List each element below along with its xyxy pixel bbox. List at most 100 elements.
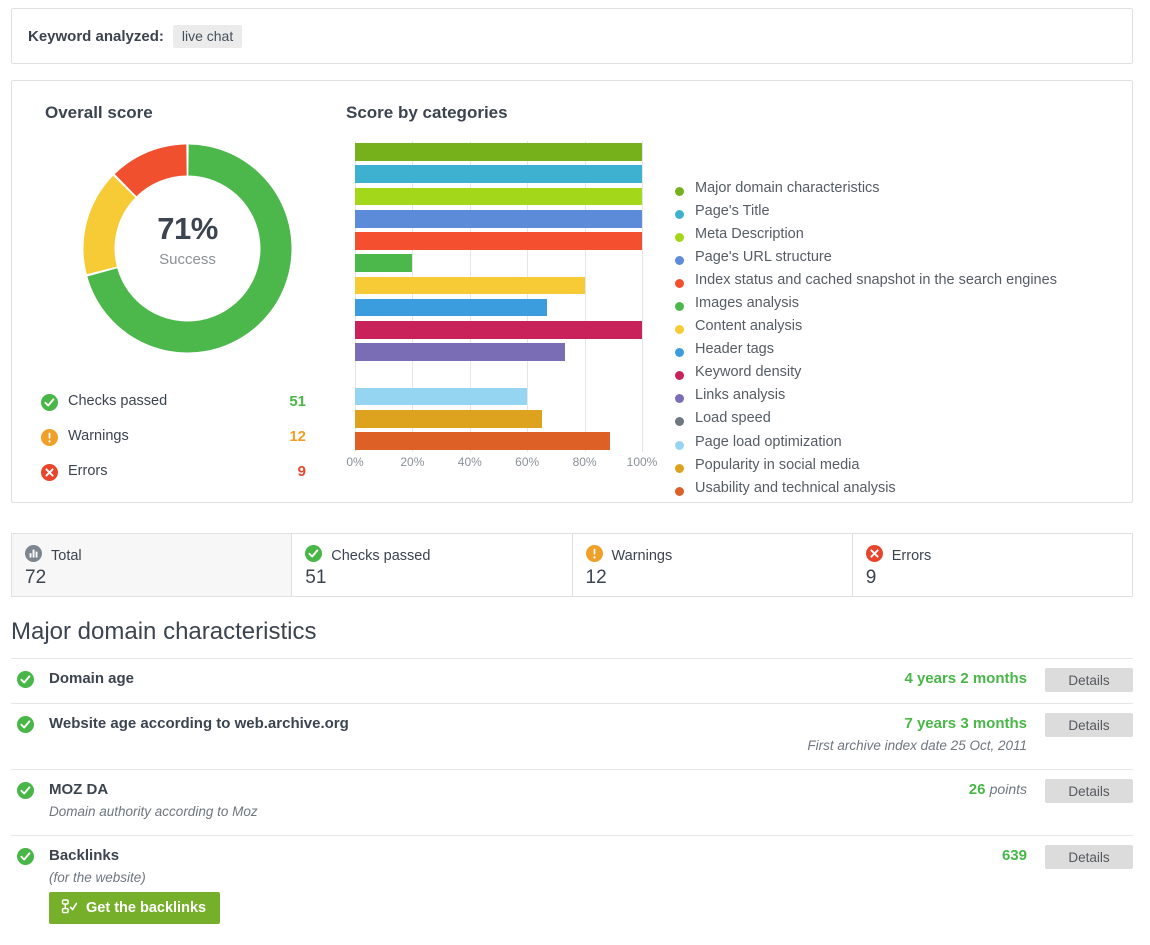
axis-tick-label: 100% [626,455,658,469]
summary-card-value: 72 [25,567,47,588]
legend-color-dot [675,256,684,266]
get-the-backlinks-button[interactable]: Get the backlinks [49,892,221,924]
bar-row [355,409,642,428]
check-row: Website age according to web.archive.org… [11,703,1133,769]
check-name: Backlinks [49,847,120,864]
check-row: Backlinks (for the website) 639 Details Get … [11,835,1133,931]
error-circle-icon [41,464,58,486]
bar [355,209,642,228]
stat-value: 12 [289,428,306,445]
check-circle-icon [17,782,34,804]
score-by-categories-title: Score by categories [346,103,508,122]
stat-errors: Errors 9 [41,463,306,485]
bar-row [355,276,642,295]
bar [355,320,642,339]
legend-label: Links analysis [695,387,786,404]
legend-color-dot [675,371,684,381]
keyword-chip: live chat [172,24,243,48]
bar-row [355,187,642,206]
legend-color-dot [675,302,684,312]
details-button[interactable]: Details [1045,845,1133,869]
overall-score-title: Overall score [45,103,153,122]
bar [355,432,611,450]
legend-label: Page's URL structure [695,249,832,266]
bar-row [355,432,642,450]
check-name: MOZ DA [49,781,109,798]
link-check-icon [61,898,78,918]
bar [355,143,642,161]
details-button[interactable]: Details [1045,779,1133,803]
donut-status-label: Success [159,251,216,268]
error-circle-icon [865,545,883,567]
score-panel: Overall score Score by categories 71% Su… [11,80,1133,503]
bar [355,254,413,273]
bar [355,187,642,206]
bar [355,298,548,317]
bar-row [355,365,642,383]
bar [355,387,528,406]
legend-color-dot [675,210,684,220]
bar-row [355,320,642,339]
stat-warnings: Warnings 12 [41,428,306,450]
stat-checks-passed: Checks passed 51 [41,393,306,415]
check-circle-icon [17,848,34,870]
bar-plot-area [355,141,643,452]
legend-label: Usability and technical analysis [695,479,896,496]
summary-card-label: Errors [891,548,932,564]
legend-color-dot [675,187,684,196]
summary-card-warnings: Warnings 12 [572,533,853,597]
check-name: Website age according to web.archive.org [49,715,349,732]
summary-card-value: 51 [305,567,327,588]
axis-tick-label: 80% [572,455,597,469]
page-section-title: Major domain characteristics [11,618,317,645]
check-value-number: 639 [1001,847,1027,864]
check-row: MOZ DA Domain authority according to Moz 2… [11,769,1133,835]
bar-row [355,343,642,361]
legend-label: Images analysis [695,295,799,312]
summary-card-label: Checks passed [331,548,431,564]
score-by-categories-bar-chart: 0% 20% 40% 60% 80% 100% [345,141,657,473]
bar-row [355,165,642,184]
check-value: 4 years 2 months [904,670,1027,687]
check-circle-icon [17,716,34,738]
summary-card-value: 12 [585,567,607,588]
legend-color-dot [675,417,684,427]
stat-label: Checks passed [68,393,168,409]
details-button[interactable]: Details [1045,713,1133,737]
legend-label: Load speed [695,410,771,427]
get-the-backlinks-label: Get the backlinks [86,900,207,916]
axis-tick-label: 0% [346,455,364,469]
overall-score-donut-chart: 71% Success [72,133,303,364]
bar [355,165,642,184]
check-circle-icon [305,545,323,567]
details-button[interactable]: Details [1045,668,1133,692]
legend-color-dot [675,486,684,496]
check-circle-icon [17,671,34,693]
summary-card-label: Warnings [611,548,673,564]
summary-card-checks-passed: Checks passed 51 [292,533,573,597]
keyword-analyzed-label: Keyword analyzed: [28,27,164,45]
check-value-number: 4 years 2 months [904,670,1027,687]
legend-label: Meta Description [695,226,804,243]
summary-card-label: Total [51,548,82,564]
legend-color-dot [675,463,684,473]
legend-label: Keyword density [695,364,802,381]
legend-color-dot [675,233,684,243]
legend-color-dot [675,325,684,335]
bar [355,276,585,295]
legend-label: Page load optimization [695,433,842,450]
check-subtitle: (for the website) [49,870,146,885]
legend-color-dot [675,279,684,289]
bar-row [355,143,642,161]
stat-label: Errors [68,463,108,479]
bar [355,409,542,428]
summary-card-errors: Errors 9 [852,533,1133,597]
axis-tick-label: 40% [457,455,482,469]
donut-svg [83,144,292,353]
warning-circle-icon [41,429,58,451]
summary-card-total: Total 72 [11,533,293,597]
axis-tick-label: 60% [515,455,540,469]
legend-label: Major domain characteristics [695,180,880,196]
check-value-unit: points [989,781,1027,797]
check-value-number: 26 [968,781,986,798]
